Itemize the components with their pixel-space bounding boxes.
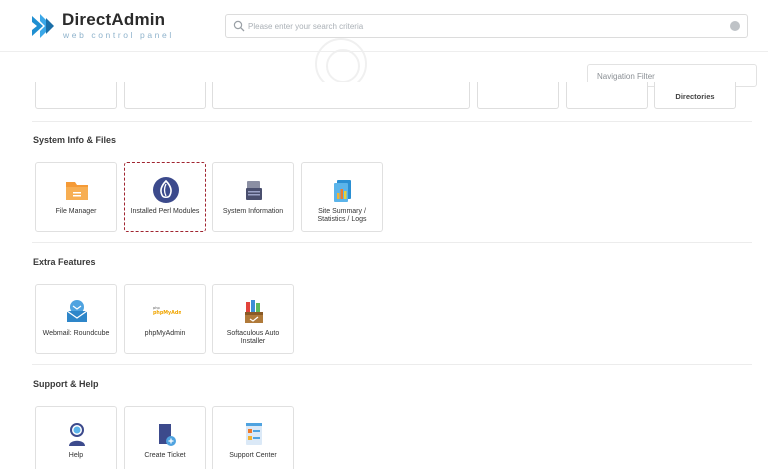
webmail-icon xyxy=(66,300,88,322)
section-divider xyxy=(32,121,752,122)
clear-search-icon[interactable] xyxy=(730,21,740,31)
server-icon xyxy=(246,181,262,200)
partial-tile[interactable] xyxy=(35,82,117,109)
tile-label: System Information xyxy=(222,208,284,215)
search-icon xyxy=(233,20,245,32)
global-search[interactable] xyxy=(225,14,748,38)
help-agent-icon xyxy=(69,423,85,446)
svg-text:php: php xyxy=(153,306,160,310)
tile-label: Installed Perl Modules xyxy=(130,208,200,215)
tile-file-manager[interactable]: File Manager xyxy=(35,162,117,232)
directadmin-logo-icon xyxy=(32,14,54,38)
tile-support-center[interactable]: Support Center xyxy=(212,406,294,469)
directadmin-logo[interactable]: DirectAdmin web control panel xyxy=(32,10,192,44)
softaculous-icon xyxy=(245,300,263,323)
tile-label: Help xyxy=(68,452,84,459)
tile-label: phpMyAdmin xyxy=(144,330,186,337)
tile-label: File Manager xyxy=(55,208,97,215)
tile-installed-perl-modules[interactable]: Installed Perl Modules xyxy=(124,162,206,232)
section-title-support-help: Support & Help xyxy=(33,379,99,389)
partial-tile[interactable] xyxy=(124,82,206,109)
brand-title: DirectAdmin xyxy=(62,10,166,29)
tile-phpmyadmin[interactable]: php phpMyAdmin phpMyAdmin xyxy=(124,284,206,354)
section-title-system-info: System Info & Files xyxy=(33,135,117,145)
partial-tile-label: Directories xyxy=(675,92,715,101)
section-divider xyxy=(32,364,752,365)
tile-help[interactable]: Help xyxy=(35,406,117,469)
tile-system-information[interactable]: System Information xyxy=(212,162,294,232)
tile-label: Webmail: Roundcube xyxy=(42,330,110,337)
tile-create-ticket[interactable]: Create Ticket xyxy=(124,406,206,469)
tile-softaculous-auto-installer[interactable]: Softaculous Auto Installer xyxy=(212,284,294,354)
folder-icon xyxy=(66,182,88,200)
partial-tile[interactable] xyxy=(566,82,648,109)
tile-label: Site Summary / Statistics / Logs xyxy=(317,208,367,223)
svg-text:phpMyAdmin: phpMyAdmin xyxy=(153,310,181,316)
search-input[interactable] xyxy=(248,17,728,35)
phpmyadmin-icon: php phpMyAdmin xyxy=(153,306,181,316)
top-header: DirectAdmin web control panel xyxy=(0,0,768,52)
partial-tile[interactable] xyxy=(477,82,559,109)
create-ticket-icon xyxy=(159,424,176,446)
tile-site-summary-statistics-logs[interactable]: Site Summary / Statistics / Logs xyxy=(301,162,383,232)
tile-label: Softaculous Auto Installer xyxy=(226,330,280,345)
tile-label: Support Center xyxy=(229,452,277,459)
partial-tile[interactable] xyxy=(212,82,470,109)
tile-label: Create Ticket xyxy=(144,452,186,459)
brand-subtitle: web control panel xyxy=(63,30,174,40)
tile-webmail-roundcube[interactable]: Webmail: Roundcube xyxy=(35,284,117,354)
perl-onion-icon xyxy=(153,177,179,203)
section-title-extra-features: Extra Features xyxy=(33,257,96,267)
statistics-icon xyxy=(334,180,351,202)
partial-tile-directories[interactable]: Directories xyxy=(654,82,736,109)
section-divider xyxy=(32,242,752,243)
support-center-icon xyxy=(246,423,262,445)
